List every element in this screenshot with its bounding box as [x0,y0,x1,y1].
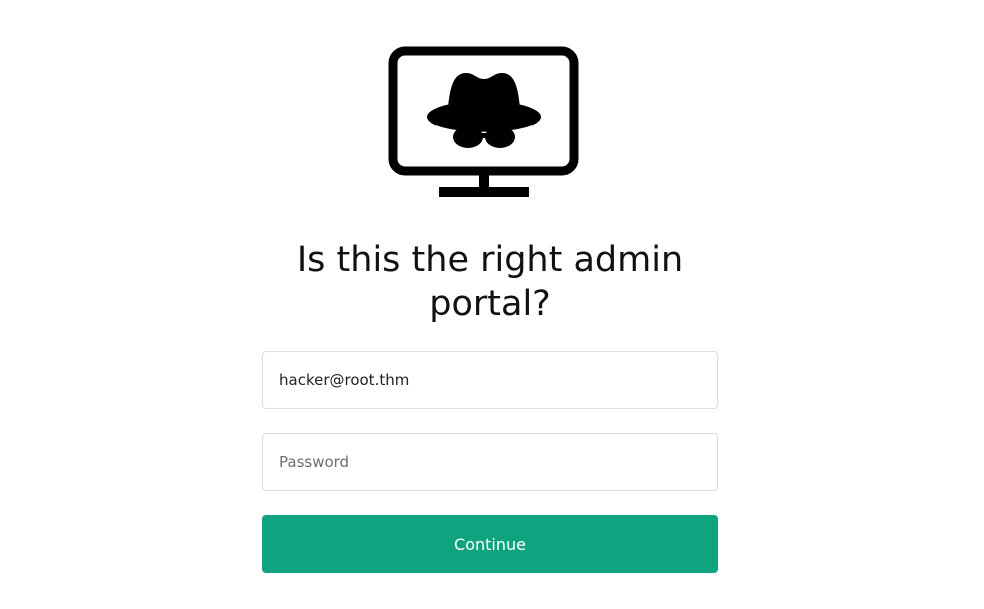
page-title-line-2: portal? [429,284,551,324]
continue-button[interactable]: Continue [262,515,718,573]
email-field[interactable] [262,351,718,409]
login-page: Is this the right admin portal? Continue [0,0,984,609]
password-field[interactable] [262,433,718,491]
page-title: Is this the right admin portal? [262,238,718,326]
page-title-line-1: Is this the right admin [296,240,684,280]
incognito-monitor-icon [388,46,579,197]
